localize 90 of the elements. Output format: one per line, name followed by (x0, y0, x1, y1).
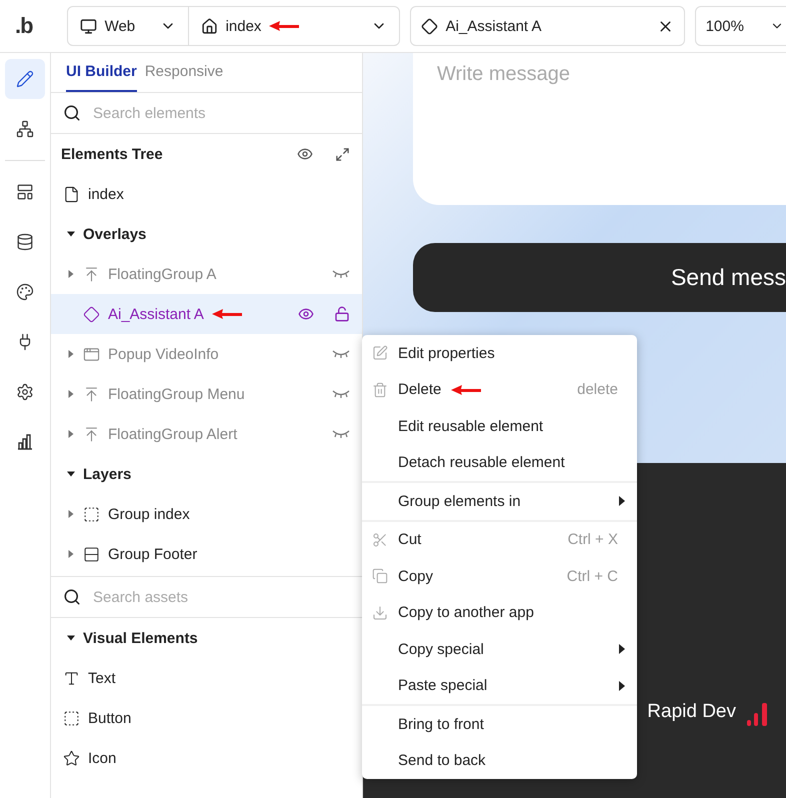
eye-icon[interactable] (297, 146, 313, 162)
menu-item[interactable]: Edit properties (362, 335, 637, 372)
tree-item[interactable]: Group Footer (51, 534, 362, 574)
unlock-icon[interactable] (334, 306, 350, 322)
tree-item[interactable]: FloatingGroup A (51, 254, 362, 294)
panel-tab[interactable]: UI Builder (66, 53, 137, 92)
eye-icon[interactable] (298, 306, 314, 322)
tree-title: Elements Tree (61, 146, 163, 162)
bars-logo-icon (746, 701, 770, 728)
menu-item[interactable]: Cut Ctrl + X (362, 522, 637, 558)
tree-section[interactable]: Layers (51, 454, 362, 494)
trash-icon (372, 382, 388, 398)
menu-item[interactable]: Paste special (362, 668, 637, 704)
menu-item[interactable]: Copy Ctrl + C (362, 558, 637, 594)
caret-icon[interactable] (67, 230, 75, 238)
menu-item[interactable]: Send to back (362, 742, 637, 779)
sidebar-tab[interactable] (5, 59, 45, 99)
menu-item[interactable]: Copy to another app (362, 594, 637, 631)
copy-icon (372, 568, 388, 584)
asset-item[interactable]: Text (51, 658, 362, 698)
bar-chart-icon (16, 433, 34, 451)
submenu-caret-icon (619, 644, 625, 654)
asset-section[interactable]: Visual Elements (51, 618, 362, 658)
tree-section[interactable]: Overlays (51, 214, 362, 254)
closed-eye-icon[interactable] (332, 429, 350, 439)
layout-icon (16, 183, 34, 201)
arrow-up-to-line-icon (83, 386, 100, 402)
send-button[interactable]: Send mess (413, 243, 786, 312)
database-icon (16, 233, 34, 251)
caret-icon[interactable] (67, 470, 75, 478)
platform-dropdown[interactable]: Web (68, 7, 188, 45)
dashed-square-icon (63, 710, 80, 726)
edit-icon (16, 70, 34, 88)
star-icon (63, 750, 80, 766)
tree-item[interactable]: Popup VideoInfo (51, 334, 362, 374)
zoom-dropdown[interactable]: 100% (694, 6, 786, 46)
diamond-icon (83, 306, 100, 322)
footer-brand: Rapid Dev (647, 701, 736, 723)
arrow-up-to-line-icon (83, 426, 100, 442)
download-icon (372, 604, 388, 621)
submenu-caret-icon (619, 496, 625, 506)
tree-item[interactable]: FloatingGroup Menu (51, 374, 362, 414)
annotation-arrow-icon (212, 309, 242, 319)
arrow-up-to-line-icon (83, 266, 100, 282)
file-icon (63, 186, 80, 202)
text-icon (63, 670, 80, 686)
diamond-icon (420, 18, 438, 34)
edit-icon (372, 345, 388, 362)
app-logo[interactable]: .b (15, 13, 33, 39)
tree-item[interactable]: Group index (51, 494, 362, 534)
tree-item-label: FloatingGroup Menu (108, 386, 245, 402)
scissors-icon (372, 532, 388, 548)
tree-item[interactable]: Ai_Assistant A (51, 294, 362, 334)
dashed-square-icon (83, 506, 100, 522)
settings-icon (16, 383, 34, 401)
sitemap-icon (16, 120, 34, 138)
palette-icon (16, 283, 34, 301)
menu-item[interactable]: Group elements in (362, 483, 637, 520)
menu-item[interactable]: Copy special (362, 631, 637, 668)
tree-item-label: Group Footer (108, 546, 198, 562)
asset-item[interactable]: Button (51, 698, 362, 738)
tree-item[interactable]: index (51, 174, 362, 214)
caret-icon[interactable] (67, 634, 75, 642)
closed-eye-icon[interactable] (332, 269, 350, 279)
tree-item-label: FloatingGroup Alert (108, 426, 238, 442)
monitor-icon (80, 18, 97, 34)
element-selector[interactable]: Ai_Assistant A (410, 6, 685, 46)
closed-eye-icon[interactable] (332, 349, 350, 359)
submenu-caret-icon (619, 680, 625, 691)
annotation-arrow-icon (451, 384, 482, 395)
expand-icon[interactable] (335, 146, 350, 162)
tree-item-label: Popup VideoInfo (108, 346, 219, 362)
menu-item[interactable]: Detach reusable element (362, 444, 637, 481)
search-icon (63, 104, 81, 122)
panel-tab[interactable]: Responsive (144, 53, 224, 92)
closed-eye-icon[interactable] (332, 389, 350, 399)
tree-item-label: Ai_Assistant A (108, 306, 204, 322)
tree-item[interactable]: FloatingGroup Alert (51, 414, 362, 454)
tree-item-label: Group index (108, 506, 190, 522)
window-icon (83, 346, 100, 362)
annotation-arrow-icon (269, 21, 300, 31)
tree-item-label: FloatingGroup A (108, 266, 216, 282)
home-icon (200, 18, 218, 34)
page-dropdown[interactable]: index (188, 7, 399, 45)
menu-item[interactable]: Edit reusable element (362, 408, 637, 444)
menu-item[interactable]: Delete delete (362, 372, 637, 408)
asset-item[interactable]: Icon (51, 738, 362, 778)
search-icon (63, 588, 81, 606)
rows-icon (83, 546, 100, 562)
menu-item[interactable]: Bring to front (362, 706, 637, 742)
